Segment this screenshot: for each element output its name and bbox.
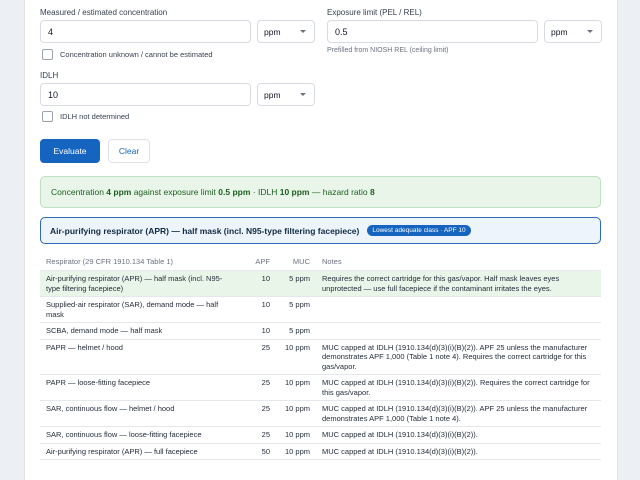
evaluate-button[interactable]: Evaluate — [40, 139, 100, 163]
cell-muc: 10 ppm — [276, 400, 316, 427]
cell-respirator: Air-purifying respirator (APR) — half ma… — [40, 270, 240, 297]
summary-text: — hazard ratio — [311, 187, 368, 197]
cell-respirator: PAPR — helmet / hood — [40, 339, 240, 375]
table-header-row: Respirator (29 CFR 1910.134 Table 1) APF… — [40, 252, 601, 271]
idlh-unit-value: ppm — [264, 89, 281, 100]
column-header-apf: APF — [240, 252, 276, 271]
cell-muc: 5 ppm — [276, 296, 316, 323]
cell-notes — [316, 296, 601, 323]
evaluation-summary: Concentration 4 ppm against exposure lim… — [40, 176, 601, 208]
recommended-respirator-title: Air-purifying respirator (APR) — half ma… — [50, 225, 360, 236]
column-header-notes: Notes — [316, 252, 601, 271]
concentration-unknown-label: Concentration unknown / cannot be estima… — [60, 50, 213, 59]
idlh-undetermined-checkbox[interactable] — [42, 111, 53, 122]
cell-notes — [316, 322, 601, 340]
table-row: PAPR — helmet / hood 25 10 ppm MUC cappe… — [40, 339, 601, 375]
exposure-limit-hint: Prefilled from NIOSH REL (ceiling limit) — [327, 47, 449, 54]
table-row: SAR, continuous flow — loose-fitting fac… — [40, 426, 601, 444]
cell-apf: 25 — [240, 374, 276, 401]
cell-respirator: Air-purifying respirator (APR) — full fa… — [40, 443, 240, 460]
summary-concentration: 4 ppm — [106, 187, 132, 197]
cell-notes: MUC capped at IDLH (1910.134(d)(3)(i)(B)… — [316, 400, 601, 427]
cell-apf: 25 — [240, 426, 276, 444]
cell-respirator: PAPR — loose-fitting facepiece — [40, 374, 240, 401]
cell-muc: 10 ppm — [276, 426, 316, 444]
cell-respirator: SAR, continuous flow — loose-fitting fac… — [40, 426, 240, 444]
exposure-unit-value: ppm — [551, 26, 568, 37]
cell-apf: 25 — [240, 400, 276, 427]
table-row: Air-purifying respirator (APR) — full fa… — [40, 443, 601, 460]
summary-text: · IDLH — [252, 187, 278, 197]
chevron-down-icon — [300, 29, 306, 33]
column-header-muc: MUC — [276, 252, 316, 271]
concentration-unknown-checkbox[interactable] — [42, 49, 53, 60]
cell-apf: 10 — [240, 296, 276, 323]
cell-apf: 10 — [240, 322, 276, 340]
idlh-undetermined-label: IDLH not determined — [60, 112, 130, 121]
cell-notes: MUC capped at IDLH (1910.134(d)(3)(i)(B)… — [316, 443, 601, 460]
cell-notes: MUC capped at IDLH (1910.134(d)(3)(i)(B)… — [316, 426, 601, 444]
cell-muc: 10 ppm — [276, 339, 316, 375]
table-row: SAR, continuous flow — helmet / hood 25 … — [40, 400, 601, 427]
column-header-respirator: Respirator (29 CFR 1910.134 Table 1) — [40, 252, 240, 271]
chevron-down-icon — [300, 92, 306, 96]
idlh-input[interactable]: 10 — [40, 83, 251, 106]
cell-muc: 5 ppm — [276, 270, 316, 297]
cell-muc: 5 ppm — [276, 322, 316, 340]
summary-text: against exposure limit — [133, 187, 216, 197]
chevron-down-icon — [587, 29, 593, 33]
cell-apf: 25 — [240, 339, 276, 375]
status-badge: Lowest adequate class · APF 10 — [367, 225, 471, 236]
exposure-unit-select[interactable]: ppm — [544, 20, 602, 43]
recommended-respirator: Air-purifying respirator (APR) — half ma… — [40, 217, 601, 244]
cell-notes: Requires the correct cartridge for this … — [316, 270, 601, 297]
exposure-limit-input[interactable]: 0.5 — [327, 20, 538, 43]
table-row: Supplied-air respirator (SAR), demand mo… — [40, 296, 601, 323]
summary-text: Concentration — [51, 187, 104, 197]
summary-idlh: 10 ppm — [279, 187, 310, 197]
idlh-unit-select[interactable]: ppm — [257, 83, 315, 106]
clear-button[interactable]: Clear — [108, 139, 150, 163]
summary-hazard-ratio: 8 — [370, 187, 375, 197]
respirator-table: Respirator (29 CFR 1910.134 Table 1) APF… — [40, 252, 601, 460]
cell-respirator: Supplied-air respirator (SAR), demand mo… — [40, 296, 240, 323]
evaluator-card: Measured / estimated concentration 4 ppm… — [24, 0, 618, 480]
cell-respirator: SAR, continuous flow — helmet / hood — [40, 400, 240, 427]
cell-notes: MUC capped at IDLH (1910.134(d)(3)(i)(B)… — [316, 339, 601, 375]
table-row: Air-purifying respirator (APR) — half ma… — [40, 270, 601, 297]
table-row: PAPR — loose-fitting facepiece 25 10 ppm… — [40, 374, 601, 401]
cell-respirator: SCBA, demand mode — half mask — [40, 322, 240, 340]
concentration-unit-value: ppm — [264, 26, 281, 37]
cell-apf: 10 — [240, 270, 276, 297]
idlh-label: IDLH — [40, 71, 59, 80]
cell-muc: 10 ppm — [276, 443, 316, 460]
concentration-input[interactable]: 4 — [40, 20, 251, 43]
cell-notes: MUC capped at IDLH (1910.134(d)(3)(i)(B)… — [316, 374, 601, 401]
cell-muc: 10 ppm — [276, 374, 316, 401]
summary-limit: 0.5 ppm — [218, 187, 251, 197]
concentration-label: Measured / estimated concentration — [40, 8, 168, 17]
table-row: SCBA, demand mode — half mask 10 5 ppm — [40, 322, 601, 340]
cell-apf: 50 — [240, 443, 276, 460]
concentration-unit-select[interactable]: ppm — [257, 20, 315, 43]
exposure-limit-label: Exposure limit (PEL / REL) — [327, 8, 422, 17]
